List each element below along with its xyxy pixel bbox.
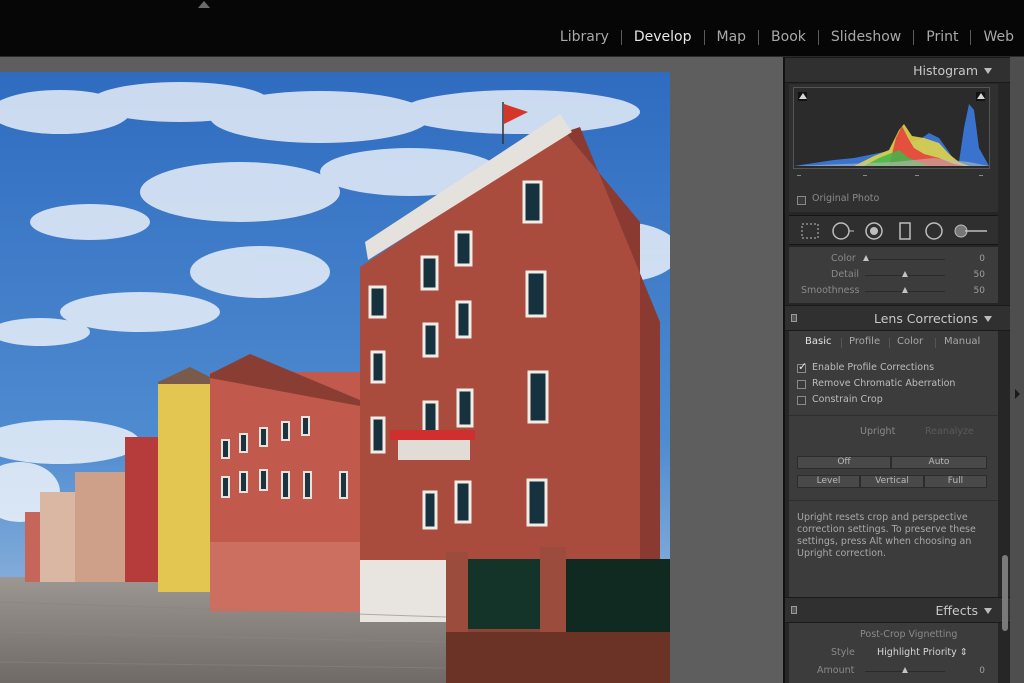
color-slider-label: Color	[831, 253, 856, 264]
collapse-triangle-icon[interactable]	[984, 608, 992, 614]
reanalyze-button[interactable]: Reanalyze	[925, 426, 974, 437]
remove-chromatic-aberration-label: Remove Chromatic Aberration	[812, 378, 956, 389]
red-eye-tool-icon[interactable]	[863, 221, 885, 241]
smoothness-value: 50	[973, 286, 985, 296]
tool-strip	[789, 215, 998, 245]
histogram-header[interactable]: Histogram	[785, 57, 1010, 83]
enable-profile-corrections-label: Enable Profile Corrections	[812, 362, 935, 373]
upright-level-button[interactable]: Level	[797, 475, 860, 488]
constrain-crop-label: Constrain Crop	[812, 394, 883, 405]
histogram-graph[interactable]	[793, 87, 990, 169]
smoothness-slider-label: Smoothness	[801, 285, 860, 296]
histogram-curve	[794, 104, 989, 166]
effects-title: Effects	[935, 603, 979, 618]
color-slider-thumb[interactable]	[863, 255, 869, 261]
lens-corrections-title: Lens Corrections	[873, 311, 978, 326]
enable-profile-corrections-checkbox[interactable]	[797, 360, 807, 373]
collapse-triangle-icon[interactable]	[984, 316, 992, 322]
effects-switch[interactable]	[791, 606, 797, 614]
lens-corrections-header[interactable]: Lens Corrections	[785, 305, 1010, 331]
detail-value: 50	[973, 270, 985, 280]
style-select[interactable]: Highlight Priority ⇕	[877, 647, 968, 658]
module-book[interactable]: Book	[759, 27, 818, 47]
divider	[789, 500, 998, 501]
photo-preview[interactable]	[0, 72, 670, 683]
original-photo-label: Original Photo	[812, 193, 880, 204]
color-value: 0	[979, 254, 985, 264]
spot-removal-tool-icon[interactable]	[831, 221, 855, 241]
upright-label: Upright	[860, 426, 896, 437]
panel-toggle-arrow-icon[interactable]	[198, 1, 210, 8]
histogram-readout	[793, 175, 990, 181]
smoothness-slider-thumb[interactable]	[902, 287, 908, 293]
upright-full-button[interactable]: Full	[924, 475, 987, 488]
graduated-filter-icon[interactable]	[895, 221, 915, 241]
image-canvas[interactable]	[0, 57, 783, 683]
module-map[interactable]: Map	[705, 27, 759, 47]
top-bar: Library Develop Map Book Slideshow Print…	[0, 0, 1024, 57]
style-label: Style	[831, 647, 855, 658]
module-print[interactable]: Print	[914, 27, 970, 47]
histogram-title: Histogram	[913, 63, 978, 78]
adjustment-brush-icon[interactable]	[953, 221, 989, 241]
amount-value: 0	[979, 666, 985, 676]
lightroom-window: Library Develop Map Book Slideshow Print…	[0, 0, 1024, 683]
panel-scrollbar[interactable]	[1002, 555, 1008, 631]
detail-slider-thumb[interactable]	[902, 271, 908, 277]
lens-corrections-switch[interactable]	[791, 314, 797, 322]
crop-tool-icon[interactable]	[799, 221, 821, 241]
module-slideshow[interactable]: Slideshow	[819, 27, 913, 47]
right-panel-edge[interactable]	[1010, 57, 1024, 683]
color-slider-track[interactable]	[865, 259, 945, 260]
radial-filter-icon[interactable]	[923, 221, 945, 241]
constrain-crop-checkbox[interactable]	[797, 396, 806, 405]
module-web[interactable]: Web	[971, 27, 1014, 47]
right-panel: Histogram Original Photo Color 0 Detail …	[783, 57, 1010, 683]
lens-tabs: Basic Profile Color Manual	[789, 333, 998, 351]
original-photo-checkbox[interactable]	[797, 196, 806, 205]
tab-profile[interactable]: Profile	[849, 336, 880, 347]
module-develop[interactable]: Develop	[622, 27, 704, 47]
post-crop-vignetting-label: Post-Crop Vignetting	[860, 629, 958, 640]
upright-off-button[interactable]: Off	[797, 456, 891, 469]
photo-image	[0, 72, 670, 683]
divider	[789, 415, 998, 416]
remove-chromatic-aberration-checkbox[interactable]	[797, 380, 806, 389]
expand-panel-arrow-icon[interactable]	[1015, 389, 1020, 399]
amount-slider-thumb[interactable]	[902, 667, 908, 673]
upright-note: Upright resets crop and perspective corr…	[797, 512, 976, 559]
module-picker: Library Develop Map Book Slideshow Print…	[548, 27, 1014, 47]
detail-slider-label: Detail	[831, 269, 859, 280]
tab-manual[interactable]: Manual	[944, 336, 980, 347]
upright-vertical-button[interactable]: Vertical	[860, 475, 924, 488]
amount-label: Amount	[817, 665, 855, 676]
effects-header[interactable]: Effects	[785, 597, 1010, 623]
tab-basic[interactable]: Basic	[805, 336, 831, 347]
upright-auto-button[interactable]: Auto	[891, 456, 987, 469]
collapse-triangle-icon[interactable]	[984, 68, 992, 74]
tab-color[interactable]: Color	[897, 336, 923, 347]
module-library[interactable]: Library	[548, 27, 621, 47]
